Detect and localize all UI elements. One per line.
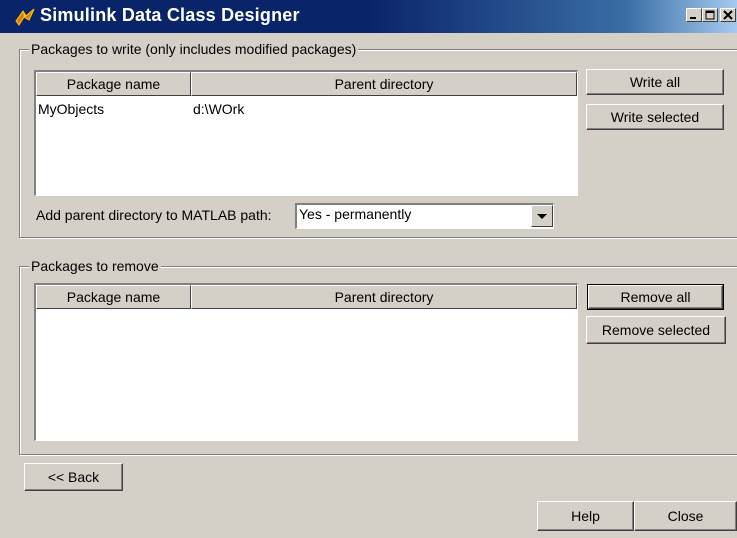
window-title: Simulink Data Class Designer bbox=[40, 5, 300, 25]
minimize-icon bbox=[690, 17, 696, 19]
close-dialog-button[interactable]: Close bbox=[634, 501, 737, 531]
column-header-package-name[interactable]: Package name bbox=[36, 285, 191, 309]
title-bar[interactable]: Simulink Data Class Designer bbox=[0, 0, 737, 33]
maximize-icon bbox=[705, 10, 715, 20]
close-button[interactable] bbox=[720, 8, 736, 22]
write-all-button[interactable]: Write all bbox=[586, 69, 724, 95]
maximize-button[interactable] bbox=[702, 8, 718, 22]
close-icon bbox=[723, 10, 733, 20]
write-selected-button[interactable]: Write selected bbox=[586, 104, 724, 130]
chevron-down-icon bbox=[537, 214, 547, 219]
matlab-path-dropdown[interactable]: Yes - permanently bbox=[295, 203, 554, 229]
write-group-label: Packages to write (only includes modifie… bbox=[29, 41, 359, 57]
dropdown-arrow-button[interactable] bbox=[531, 205, 553, 227]
remove-group-label: Packages to remove bbox=[29, 258, 161, 274]
remove-packages-table[interactable]: Package name Parent directory bbox=[34, 283, 578, 441]
remove-table-header: Package name Parent directory bbox=[36, 285, 577, 309]
column-header-package-name[interactable]: Package name bbox=[36, 72, 191, 96]
matlab-path-label: Add parent directory to MATLAB path: bbox=[36, 207, 272, 223]
remove-selected-button[interactable]: Remove selected bbox=[586, 316, 726, 344]
write-packages-table[interactable]: Package name Parent directory MyObjects … bbox=[34, 70, 578, 196]
back-button[interactable]: << Back bbox=[24, 463, 123, 491]
column-header-parent-directory[interactable]: Parent directory bbox=[191, 285, 577, 309]
column-header-parent-directory[interactable]: Parent directory bbox=[191, 72, 577, 96]
simulink-logo-icon bbox=[15, 8, 35, 26]
help-button[interactable]: Help bbox=[537, 501, 634, 531]
cell-package-name: MyObjects bbox=[38, 101, 105, 117]
cell-parent-directory: d:\WOrk bbox=[193, 101, 245, 117]
matlab-path-value: Yes - permanently bbox=[299, 206, 412, 222]
remove-all-button[interactable]: Remove all bbox=[587, 284, 724, 310]
minimize-button[interactable] bbox=[686, 8, 702, 22]
table-row[interactable]: MyObjects d:\WOrk bbox=[36, 99, 577, 119]
dialog-window: Simulink Data Class Designer Packages to… bbox=[0, 0, 737, 538]
write-table-header: Package name Parent directory bbox=[36, 72, 577, 96]
